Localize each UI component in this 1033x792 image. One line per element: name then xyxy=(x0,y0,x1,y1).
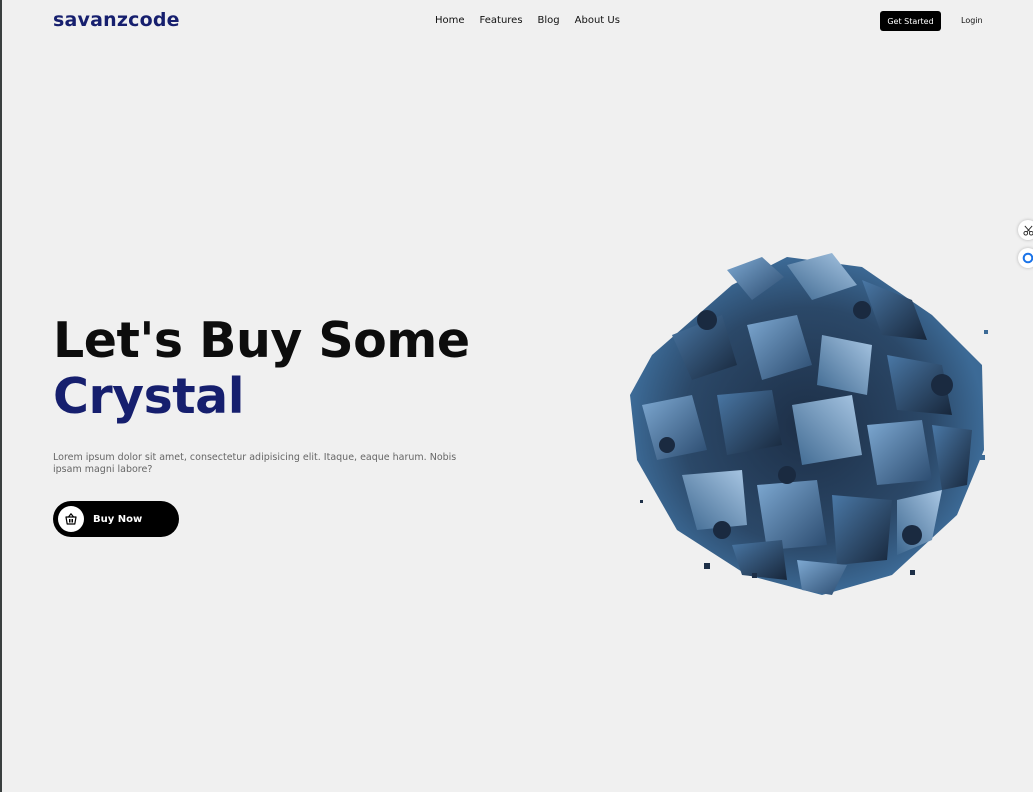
nav-item-blog[interactable]: Blog xyxy=(538,15,560,26)
nav-item-features[interactable]: Features xyxy=(480,15,523,26)
hero-title-line1: Let's Buy Some xyxy=(53,312,470,369)
hero-description: Lorem ipsum dolor sit amet, consectetur … xyxy=(53,452,457,475)
get-started-button[interactable]: Get Started xyxy=(880,11,941,31)
main-nav: Home Features Blog About Us xyxy=(435,15,620,26)
page: savanzcode Home Features Blog About Us G… xyxy=(0,0,1033,792)
circle-app-icon[interactable] xyxy=(1018,248,1033,268)
basket-icon xyxy=(58,506,84,532)
buy-now-button[interactable]: Buy Now xyxy=(53,501,179,537)
scissors-icon[interactable] xyxy=(1018,220,1033,240)
hero-title-line2: Crystal xyxy=(53,368,245,425)
login-link[interactable]: Login xyxy=(961,16,983,25)
brand-logo[interactable]: savanzcode xyxy=(53,9,180,31)
crystal-cluster-image xyxy=(630,253,988,595)
nav-item-home[interactable]: Home xyxy=(435,15,465,26)
nav-item-about-us[interactable]: About Us xyxy=(575,15,620,26)
buy-now-label: Buy Now xyxy=(93,513,143,525)
